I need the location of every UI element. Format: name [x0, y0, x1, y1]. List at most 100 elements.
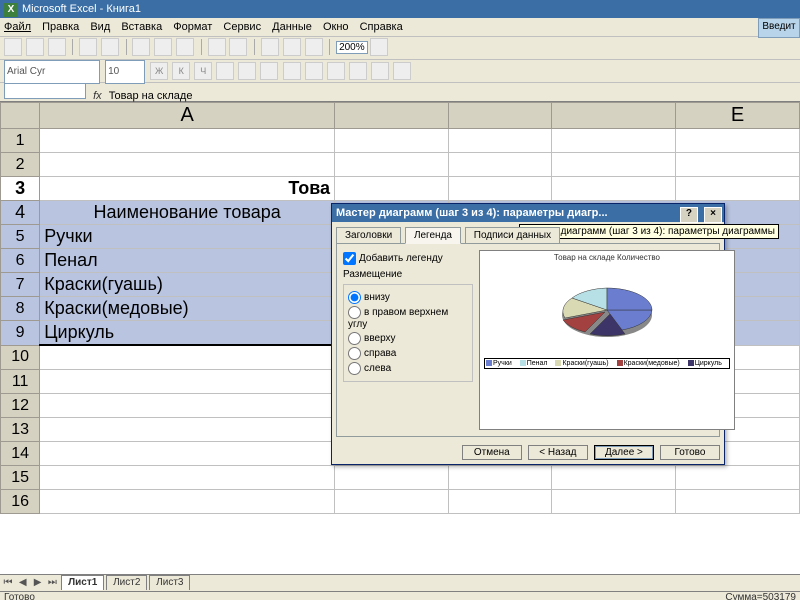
dialog-close-button[interactable]: × — [704, 207, 722, 223]
sheet-tab-1[interactable]: Лист1 — [61, 575, 104, 590]
tab-nav-first[interactable]: ⏮ — [2, 576, 14, 590]
print-button[interactable] — [79, 38, 97, 56]
align-center-button[interactable] — [238, 62, 256, 80]
menu-help[interactable]: Справка — [360, 21, 403, 33]
help-search-box[interactable]: Введит — [758, 18, 800, 38]
cell-item[interactable]: Циркуль — [40, 321, 335, 346]
row-header[interactable]: 11 — [1, 370, 40, 394]
redo-button[interactable] — [229, 38, 247, 56]
row-header[interactable]: 2 — [1, 153, 40, 177]
menu-tools[interactable]: Сервис — [223, 21, 261, 33]
menu-edit[interactable]: Правка — [42, 21, 79, 33]
font-color-button[interactable] — [393, 62, 411, 80]
paste-button[interactable] — [176, 38, 194, 56]
placement-bottom[interactable]: внизу — [348, 291, 468, 304]
open-button[interactable] — [26, 38, 44, 56]
cut-button[interactable] — [132, 38, 150, 56]
dialog-help-button[interactable]: ? — [680, 207, 698, 223]
placement-top[interactable]: вверху — [348, 332, 468, 345]
menu-data[interactable]: Данные — [272, 21, 312, 33]
row-header[interactable]: 14 — [1, 442, 40, 466]
bold-button[interactable]: Ж — [150, 62, 168, 80]
menu-window[interactable]: Окно — [323, 21, 349, 33]
cell-title[interactable]: Това — [40, 177, 335, 201]
tab-data-labels[interactable]: Подписи данных — [465, 227, 560, 243]
col-header-b[interactable] — [335, 103, 449, 129]
tab-nav-prev[interactable]: ◀ — [17, 576, 29, 590]
placement-left[interactable]: слева — [348, 362, 468, 375]
col-header-e[interactable]: E — [676, 103, 800, 129]
font-size-combo[interactable]: 10 — [105, 60, 145, 84]
tab-nav-last[interactable]: ⏭ — [46, 576, 58, 590]
currency-button[interactable] — [305, 62, 323, 80]
menu-insert[interactable]: Вставка — [121, 21, 162, 33]
cell-item[interactable]: Пенал — [40, 249, 335, 273]
tab-legend[interactable]: Легенда — [405, 227, 461, 244]
status-bar: Готово Сумма=503179 — [0, 591, 800, 600]
row-header[interactable]: 13 — [1, 418, 40, 442]
pie-chart-icon — [547, 270, 667, 350]
save-button[interactable] — [48, 38, 66, 56]
borders-button[interactable] — [349, 62, 367, 80]
menu-file[interactable]: Файл — [4, 21, 31, 33]
sort-asc-button[interactable] — [261, 38, 279, 56]
placement-group-title: Размещение — [343, 269, 473, 280]
row-header[interactable]: 12 — [1, 394, 40, 418]
chart-preview: Товар на складе Количество Ручки Пенал К… — [479, 250, 735, 430]
menu-view[interactable]: Вид — [90, 21, 110, 33]
menu-format[interactable]: Формат — [173, 21, 212, 33]
row-header[interactable]: 1 — [1, 129, 40, 153]
zoom-combo[interactable]: 200% — [336, 41, 368, 54]
tab-nav-next[interactable]: ▶ — [32, 576, 44, 590]
row-header[interactable]: 5 — [1, 225, 40, 249]
cancel-button[interactable]: Отмена — [462, 445, 522, 460]
status-left: Готово — [4, 592, 35, 600]
name-box[interactable] — [4, 83, 86, 99]
percent-button[interactable] — [327, 62, 345, 80]
row-header[interactable]: 9 — [1, 321, 40, 346]
cell-item[interactable]: Ручки — [40, 225, 335, 249]
spreadsheet-grid[interactable]: A E 1 2 3Това 4Наименование товараКол 5Р… — [0, 102, 800, 574]
back-button[interactable]: < Назад — [528, 445, 588, 460]
preview-button[interactable] — [101, 38, 119, 56]
standard-toolbar: 200% — [0, 37, 800, 60]
row-header[interactable]: 6 — [1, 249, 40, 273]
next-button[interactable]: Далее > — [594, 445, 654, 460]
cell-item[interactable]: Краски(гуашь) — [40, 273, 335, 297]
row-header[interactable]: 3 — [1, 177, 40, 201]
new-button[interactable] — [4, 38, 22, 56]
add-legend-checkbox[interactable]: Добавить легенду — [343, 252, 473, 265]
merge-button[interactable] — [283, 62, 301, 80]
align-left-button[interactable] — [216, 62, 234, 80]
row-header[interactable]: 4 — [1, 201, 40, 225]
undo-button[interactable] — [208, 38, 226, 56]
copy-button[interactable] — [154, 38, 172, 56]
underline-button[interactable]: Ч — [194, 62, 212, 80]
italic-button[interactable]: К — [172, 62, 190, 80]
row-header[interactable]: 10 — [1, 345, 40, 370]
sort-desc-button[interactable] — [283, 38, 301, 56]
font-name-combo[interactable]: Arial Cyr — [4, 60, 100, 84]
select-all-corner[interactable] — [1, 103, 40, 129]
chart-wizard-button[interactable] — [305, 38, 323, 56]
align-right-button[interactable] — [260, 62, 278, 80]
row-header[interactable]: 7 — [1, 273, 40, 297]
window-titlebar: XMicrosoft Excel - Книга1 — [0, 0, 800, 18]
sheet-tab-3[interactable]: Лист3 — [149, 575, 190, 590]
placement-top-right[interactable]: в правом верхнем углу — [348, 306, 468, 330]
cell-item[interactable]: Краски(медовые) — [40, 297, 335, 321]
col-header-a[interactable]: A — [40, 103, 335, 129]
finish-button[interactable]: Готово — [660, 445, 720, 460]
placement-right[interactable]: справа — [348, 347, 468, 360]
col-header-c[interactable] — [448, 103, 552, 129]
dialog-titlebar[interactable]: Мастер диаграмм (шаг 3 из 4): параметры … — [332, 204, 724, 222]
row-header[interactable]: 8 — [1, 297, 40, 321]
row-header[interactable]: 15 — [1, 466, 40, 490]
col-header-d[interactable] — [552, 103, 676, 129]
sheet-tab-2[interactable]: Лист2 — [106, 575, 147, 590]
fill-color-button[interactable] — [371, 62, 389, 80]
cell-header-name[interactable]: Наименование товара — [40, 201, 335, 225]
help-button[interactable] — [370, 38, 388, 56]
row-header[interactable]: 16 — [1, 490, 40, 514]
tab-headers[interactable]: Заголовки — [336, 227, 401, 243]
